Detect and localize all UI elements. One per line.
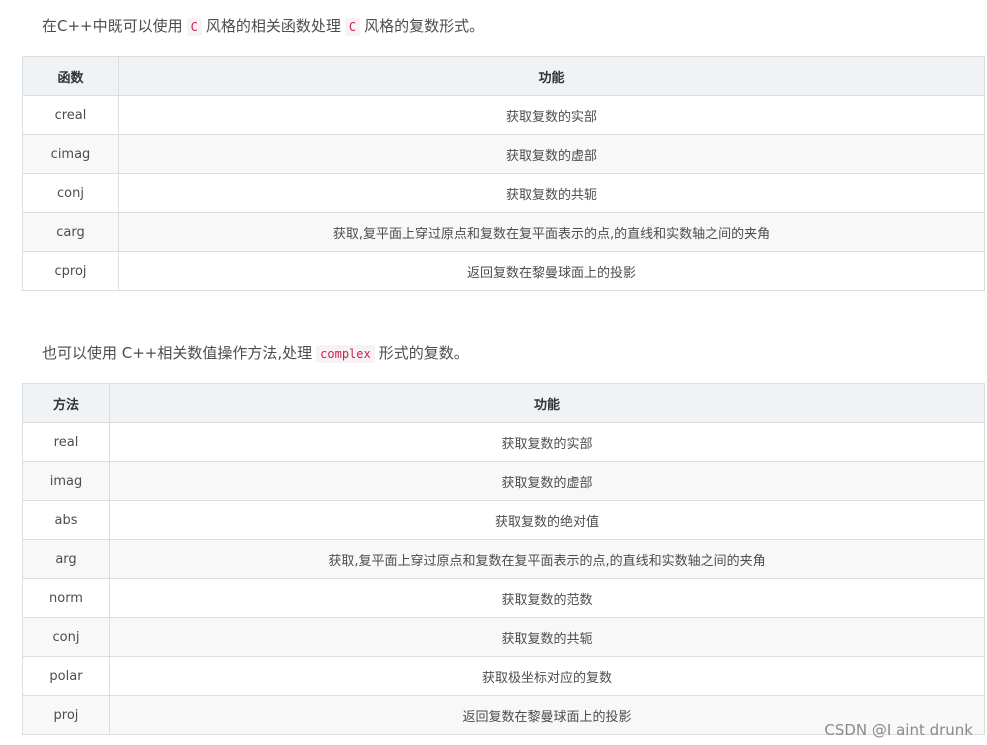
method-description-cell: 获取极坐标对应的复数 xyxy=(109,656,985,696)
method-description-cell: 获取复数的实部 xyxy=(109,422,985,462)
method-name-cell: conj xyxy=(22,617,110,657)
intro1-text-middle: 风格的相关函数处理 xyxy=(205,17,341,35)
method-description-cell: 获取复数的虚部 xyxy=(109,461,985,501)
table-row: arg 获取,复平面上穿过原点和复数在复平面表示的点,的直线和实数轴之间的夹角 xyxy=(22,539,985,579)
method-name-cell: norm xyxy=(22,578,110,618)
function-description-cell: 获取,复平面上穿过原点和复数在复平面表示的点,的直线和实数轴之间的夹角 xyxy=(118,212,985,252)
table-row: conj 获取复数的共轭 xyxy=(22,617,985,657)
inline-code-c-1: C xyxy=(186,18,202,36)
table-row: carg 获取,复平面上穿过原点和复数在复平面表示的点,的直线和实数轴之间的夹角 xyxy=(22,212,985,252)
header-feature: 功能 xyxy=(109,383,985,423)
function-name-cell: cproj xyxy=(22,251,119,291)
method-name-cell: abs xyxy=(22,500,110,540)
table-row: imag 获取复数的虚部 xyxy=(22,461,985,501)
function-description-cell: 获取复数的共轭 xyxy=(118,173,985,213)
inline-code-c-2: C xyxy=(344,18,361,36)
method-name-cell: real xyxy=(22,422,110,462)
intro2-text-before: 也可以使用 C++相关数值操作方法,处理 xyxy=(42,344,313,362)
function-name-cell: conj xyxy=(22,173,119,213)
method-name-cell: arg xyxy=(22,539,110,579)
function-description-cell: 返回复数在黎曼球面上的投影 xyxy=(118,251,985,291)
intro-paragraph-c-style: 在C++中既可以使用 C 风格的相关函数处理 C 风格的复数形式。 xyxy=(42,14,484,39)
table-header-row: 函数 功能 xyxy=(22,56,985,96)
table-row: real 获取复数的实部 xyxy=(22,422,985,462)
method-description-cell: 获取复数的范数 xyxy=(109,578,985,618)
function-name-cell: cimag xyxy=(22,134,119,174)
csdn-watermark: CSDN @I aint drunk xyxy=(824,721,973,739)
table-row: abs 获取复数的绝对值 xyxy=(22,500,985,540)
function-description-cell: 获取复数的虚部 xyxy=(118,134,985,174)
method-name-cell: polar xyxy=(22,656,110,696)
header-function: 函数 xyxy=(22,56,119,96)
table-row: norm 获取复数的范数 xyxy=(22,578,985,618)
header-method: 方法 xyxy=(22,383,110,423)
c-functions-table: 函数 功能 creal 获取复数的实部 cimag 获取复数的虚部 conj 获… xyxy=(22,56,985,291)
intro-paragraph-cpp-complex: 也可以使用 C++相关数值操作方法,处理 complex 形式的复数。 xyxy=(42,341,469,366)
method-description-cell: 获取复数的共轭 xyxy=(109,617,985,657)
header-feature: 功能 xyxy=(118,56,985,96)
cpp-methods-table: 方法 功能 real 获取复数的实部 imag 获取复数的虚部 abs 获取复数… xyxy=(22,383,985,735)
table-header-row: 方法 功能 xyxy=(22,383,985,423)
table-row: cimag 获取复数的虚部 xyxy=(22,134,985,174)
method-name-cell: imag xyxy=(22,461,110,501)
function-name-cell: creal xyxy=(22,95,119,135)
method-description-cell: 获取复数的绝对值 xyxy=(109,500,985,540)
table-row: polar 获取极坐标对应的复数 xyxy=(22,656,985,696)
function-name-cell: carg xyxy=(22,212,119,252)
intro2-text-after: 形式的复数。 xyxy=(378,344,469,362)
method-description-cell: 获取,复平面上穿过原点和复数在复平面表示的点,的直线和实数轴之间的夹角 xyxy=(109,539,985,579)
table-row: creal 获取复数的实部 xyxy=(22,95,985,135)
intro1-text-before: 在C++中既可以使用 xyxy=(42,17,183,35)
inline-code-complex: complex xyxy=(316,345,375,363)
function-description-cell: 获取复数的实部 xyxy=(118,95,985,135)
intro1-text-after: 风格的复数形式。 xyxy=(364,17,485,35)
method-name-cell: proj xyxy=(22,695,110,735)
table-row: cproj 返回复数在黎曼球面上的投影 xyxy=(22,251,985,291)
table-row: conj 获取复数的共轭 xyxy=(22,173,985,213)
